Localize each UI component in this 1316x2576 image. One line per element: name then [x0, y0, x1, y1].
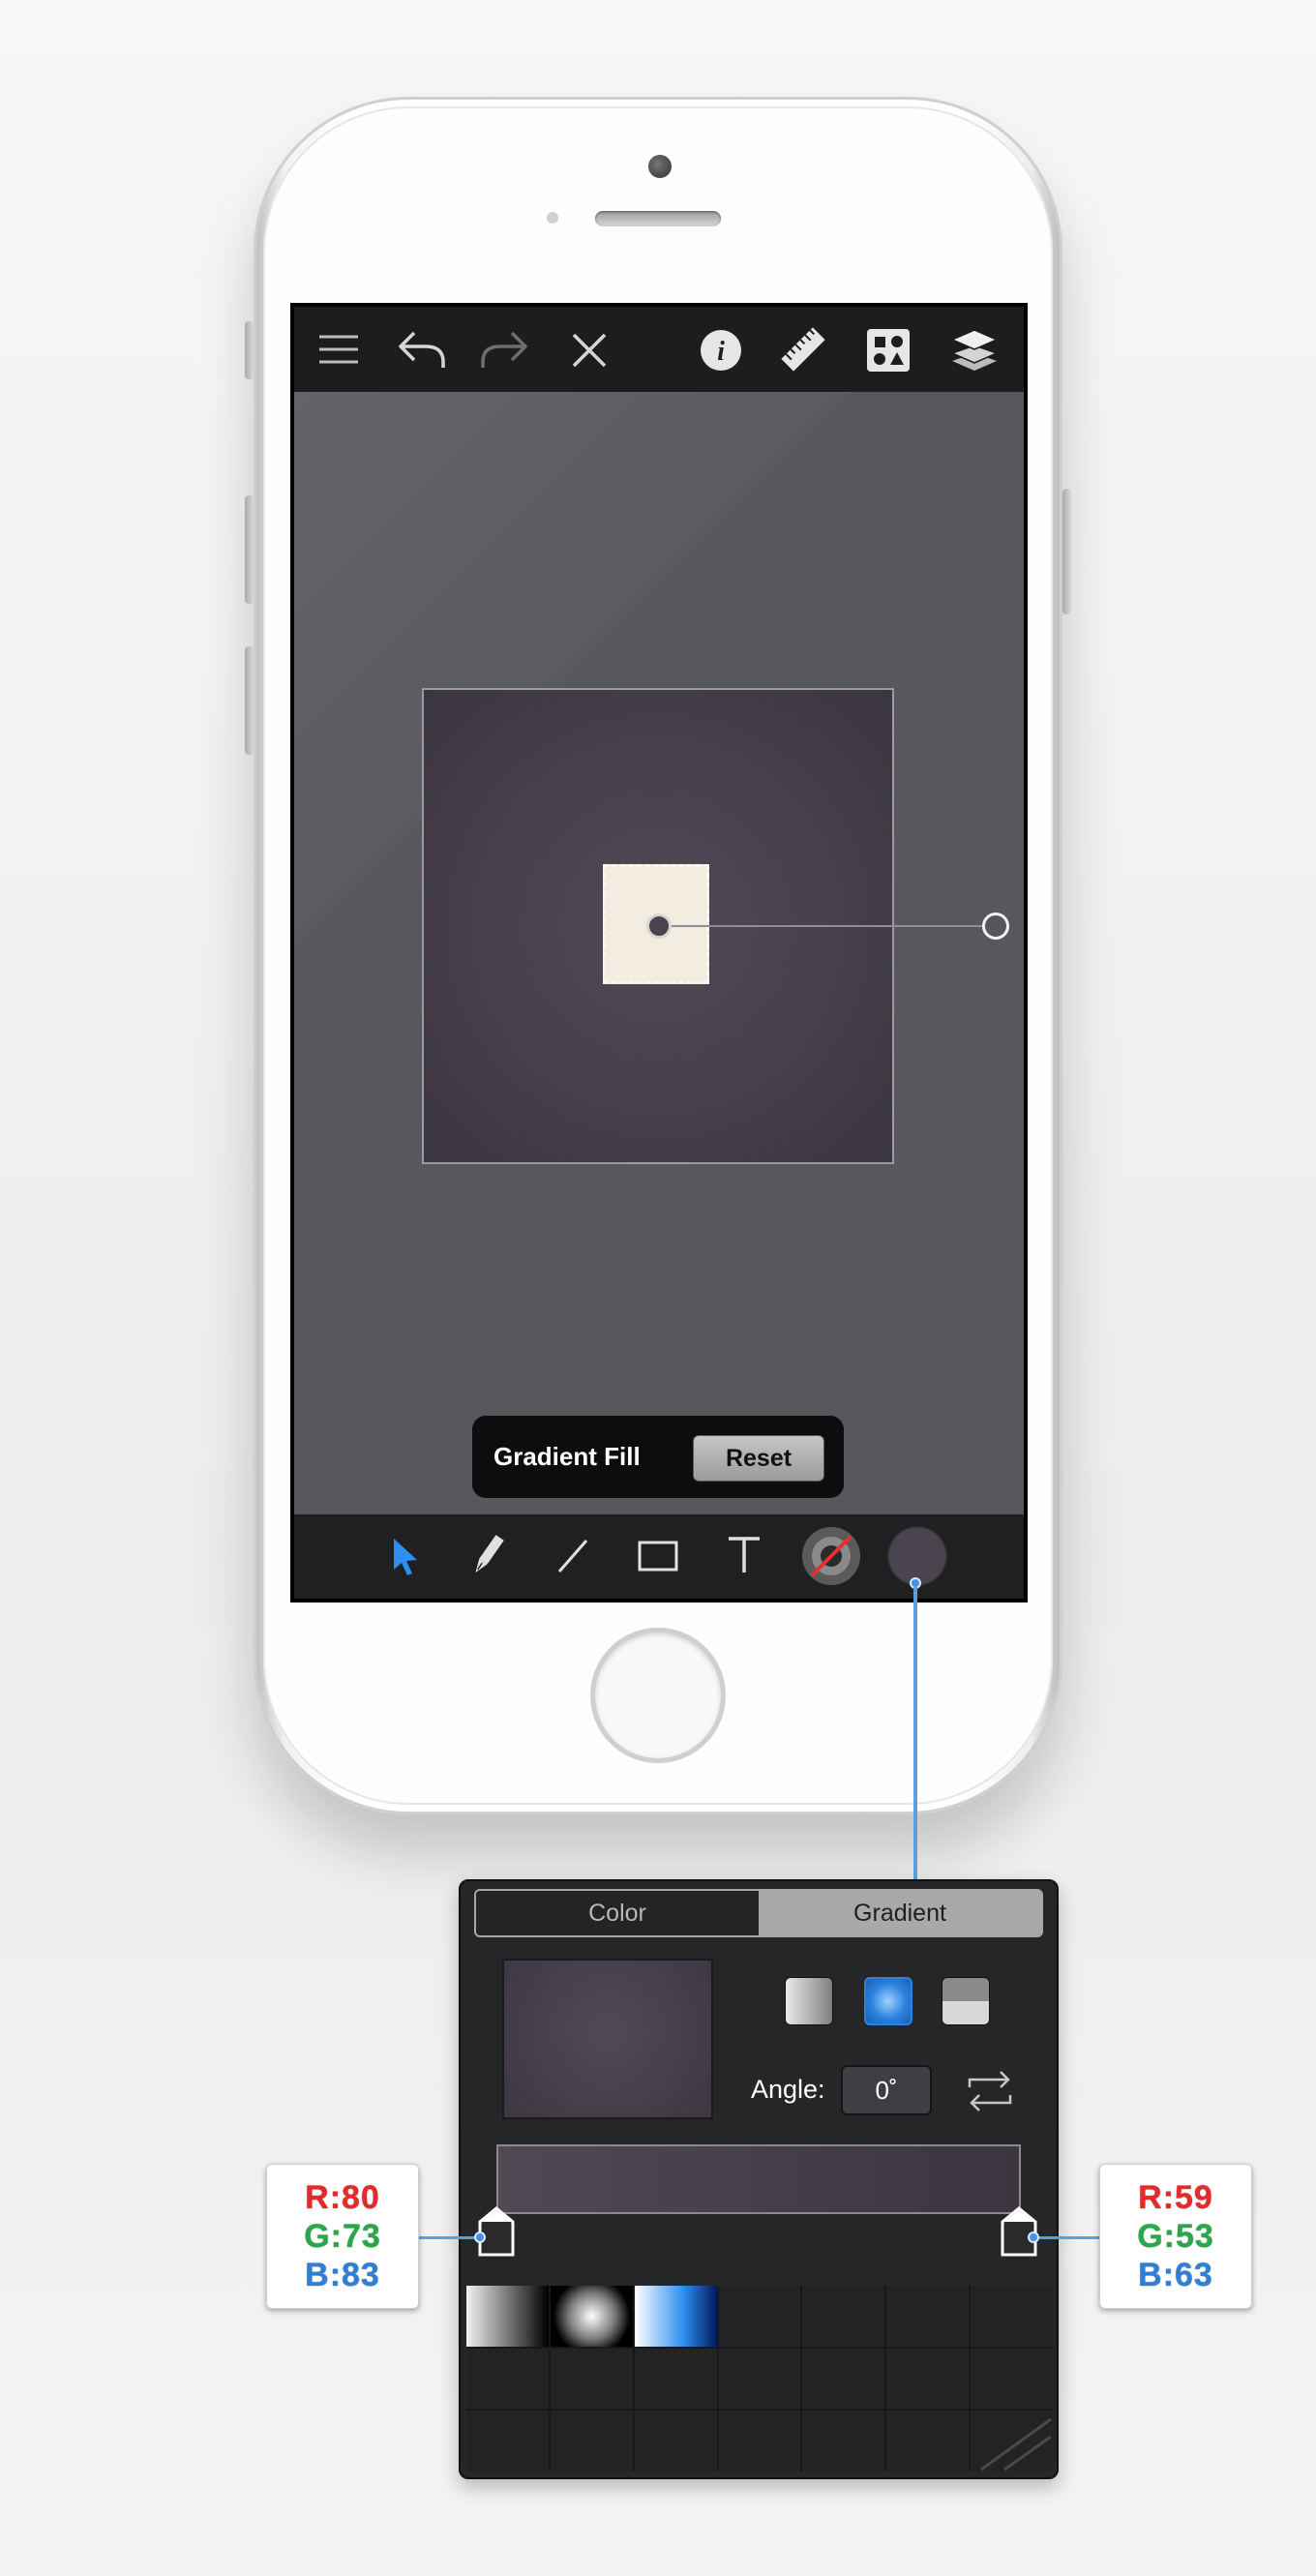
preset-empty[interactable] — [466, 2411, 549, 2471]
front-camera — [648, 155, 672, 178]
preset-empty[interactable] — [466, 2348, 549, 2410]
pen-icon[interactable] — [464, 1530, 512, 1580]
tab-gradient[interactable]: Gradient — [759, 1891, 1041, 1935]
gradient-bar[interactable] — [496, 2144, 1021, 2214]
preset-empty[interactable] — [971, 2286, 1053, 2347]
preset-empty[interactable] — [802, 2411, 885, 2471]
stroke-color-icon[interactable] — [799, 1524, 863, 1588]
gradient-center-handle[interactable] — [646, 914, 672, 939]
stop-start-connector — [418, 2236, 478, 2239]
radial-gradient-button[interactable] — [864, 1977, 912, 2025]
green-value: G:73 — [304, 2218, 381, 2255]
undo-icon[interactable] — [396, 324, 448, 374]
hud-label: Gradient Fill — [494, 1442, 641, 1471]
preset-empty[interactable] — [802, 2286, 885, 2347]
tab-color[interactable]: Color — [476, 1891, 759, 1935]
green-value: G:53 — [1137, 2218, 1214, 2255]
preset-empty[interactable] — [718, 2286, 801, 2347]
earpiece-speaker — [595, 211, 721, 226]
blue-value: B:63 — [1138, 2257, 1213, 2293]
swap-stops-icon[interactable] — [964, 2066, 1016, 2116]
preset-empty[interactable] — [550, 2348, 633, 2410]
redo-icon[interactable] — [478, 324, 530, 374]
stop-end-rgb-callout: R:59 G:53 B:63 — [1099, 2164, 1252, 2309]
fill-mode-segmented-control: Color Gradient — [474, 1889, 1043, 1937]
resize-grip[interactable] — [971, 2411, 1053, 2471]
power-button — [1062, 489, 1071, 614]
preset-radial-white[interactable] — [550, 2286, 633, 2347]
preset-linear-blue[interactable] — [634, 2286, 717, 2347]
mute-switch — [245, 321, 254, 379]
red-value: R:80 — [305, 2179, 380, 2216]
menu-icon[interactable] — [315, 326, 362, 373]
gradient-presets-grid — [466, 2286, 1053, 2471]
select-arrow-icon[interactable] — [381, 1532, 430, 1580]
angle-input[interactable]: 0˚ — [841, 2065, 932, 2115]
preset-empty[interactable] — [550, 2411, 633, 2471]
shapes-icon[interactable] — [864, 326, 912, 374]
top-toolbar: i — [294, 307, 1024, 392]
stop-end-connector — [1037, 2236, 1099, 2239]
gradient-stop-end[interactable] — [1001, 2206, 1037, 2257]
preset-empty[interactable] — [718, 2348, 801, 2410]
line-icon[interactable] — [549, 1532, 597, 1580]
reset-button[interactable]: Reset — [693, 1435, 824, 1482]
layers-icon[interactable] — [948, 324, 1001, 376]
gradient-preview — [502, 1959, 713, 2119]
preset-linear-gray[interactable] — [466, 2286, 549, 2347]
proximity-sensor — [547, 212, 558, 224]
info-icon[interactable]: i — [697, 326, 745, 374]
preset-empty[interactable] — [802, 2348, 885, 2410]
preset-empty[interactable] — [634, 2411, 717, 2471]
custom-gradient-button[interactable] — [942, 1977, 990, 2025]
preset-empty[interactable] — [886, 2286, 970, 2347]
svg-text:i: i — [717, 337, 725, 367]
gradient-stop-start[interactable] — [478, 2206, 515, 2257]
preset-empty[interactable] — [634, 2348, 717, 2410]
rectangle-icon[interactable] — [634, 1532, 682, 1580]
angle-label: Angle: — [751, 2075, 825, 2104]
gradient-radius-handle[interactable] — [982, 913, 1009, 940]
preset-empty[interactable] — [886, 2348, 970, 2410]
volume-down-button — [245, 646, 254, 755]
stop-start-rgb-callout: R:80 G:73 B:83 — [266, 2164, 419, 2309]
stop-start-connector-dot — [474, 2232, 486, 2243]
text-icon[interactable] — [720, 1530, 768, 1580]
connector-line — [913, 1587, 917, 1882]
close-icon[interactable] — [565, 326, 613, 374]
volume-up-button — [245, 495, 254, 604]
home-button[interactable] — [590, 1628, 726, 1763]
gradient-radius-line — [658, 925, 997, 927]
red-value: R:59 — [1138, 2179, 1213, 2216]
preset-empty[interactable] — [971, 2348, 1053, 2410]
ruler-icon[interactable] — [778, 324, 828, 374]
blue-value: B:83 — [305, 2257, 380, 2293]
preset-empty[interactable] — [886, 2411, 970, 2471]
preset-empty[interactable] — [718, 2411, 801, 2471]
stop-end-connector-dot — [1028, 2232, 1039, 2243]
linear-gradient-button[interactable] — [785, 1977, 833, 2025]
